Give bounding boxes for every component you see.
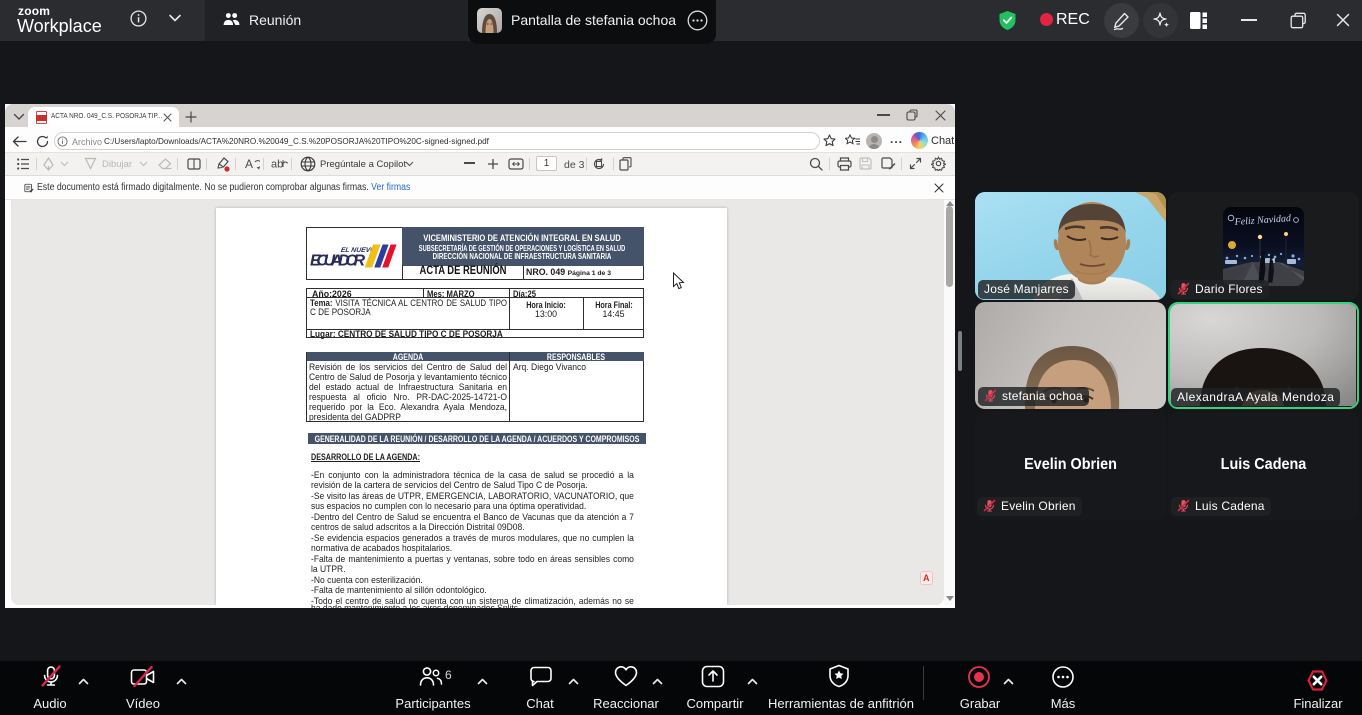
svg-text:A: A	[245, 157, 253, 171]
svg-text:ab: ab	[271, 159, 283, 170]
svg-text:ECUADOR: ECUADOR	[310, 253, 365, 270]
